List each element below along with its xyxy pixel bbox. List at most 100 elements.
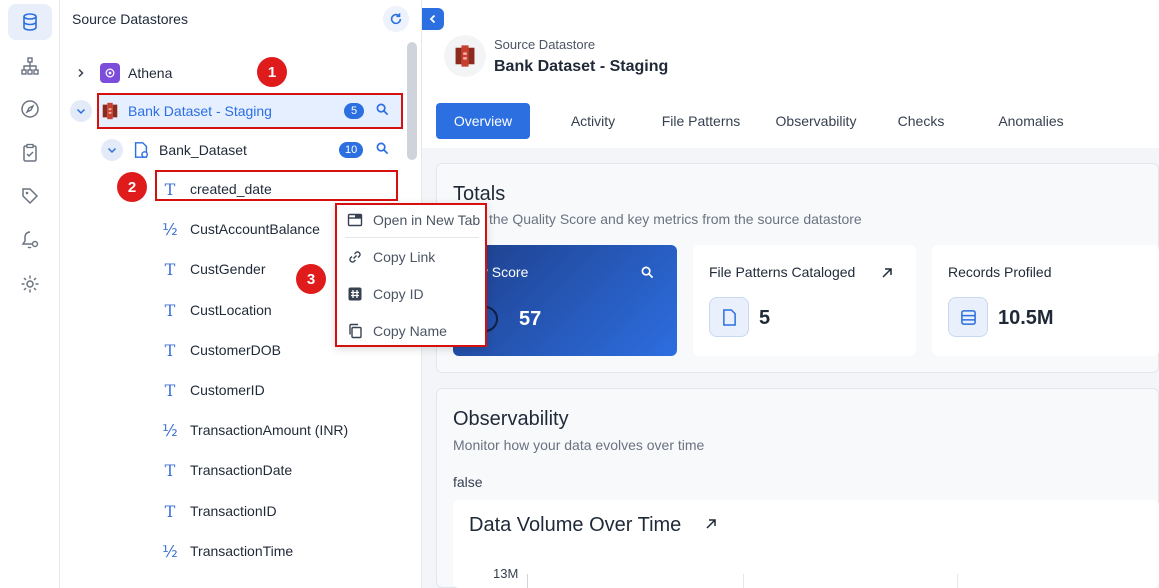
data-volume-chart-card: Data Volume Over Time 13M: [453, 500, 1159, 588]
chevron-left-icon: [429, 14, 436, 24]
text-type-icon: T: [164, 501, 176, 521]
tab-overview[interactable]: Overview: [436, 103, 530, 139]
nav-rail: [0, 0, 60, 588]
chevron-down-icon[interactable]: [70, 100, 92, 122]
tree-item-bank-dataset-staging[interactable]: Bank Dataset - Staging: [70, 96, 272, 126]
column-label: TransactionAmount (INR): [190, 422, 349, 438]
quality-score-value: 57: [519, 308, 542, 330]
records-profiled-card[interactable]: Records Profiled 10.5M: [932, 245, 1159, 356]
column-label: CustLocation: [190, 302, 272, 318]
tree-column-transactionid[interactable]: T TransactionID: [160, 496, 277, 526]
collapse-panel-button[interactable]: [422, 8, 444, 30]
search-icon[interactable]: [376, 103, 389, 121]
tab-observability[interactable]: Observability: [766, 103, 866, 139]
column-label: TransactionID: [190, 503, 277, 519]
tree-column-created-date[interactable]: T created_date: [160, 174, 272, 204]
athena-logo-icon: [100, 63, 120, 83]
context-menu: Open in New Tab Copy Link Copy ID Copy N…: [335, 203, 487, 347]
grid-line: [957, 574, 958, 588]
column-label: CustGender: [190, 261, 266, 277]
refresh-icon: [390, 13, 402, 25]
text-type-icon: T: [164, 380, 176, 400]
text-type-icon: T: [164, 259, 176, 279]
copy-name-menu-item[interactable]: Copy Name: [337, 316, 485, 346]
open-in-new-tab-menu-item[interactable]: Open in New Tab: [337, 205, 485, 235]
datastore-type-label: Source Datastore: [494, 37, 596, 52]
column-label: CustomerID: [190, 382, 265, 398]
file-patterns-value: 5: [759, 307, 771, 329]
numeric-type-icon: ½: [162, 219, 178, 239]
compass-nav-icon[interactable]: [8, 91, 52, 127]
file-icon: [709, 297, 749, 337]
link-icon: [349, 251, 361, 263]
tree-item-label: Athena: [128, 65, 173, 81]
annotation-marker-1: 1: [257, 57, 287, 87]
text-type-icon: T: [164, 300, 176, 320]
tree-column-transactiontime[interactable]: ½ TransactionTime: [160, 536, 293, 566]
annotation-marker-3: 3: [296, 264, 326, 294]
count-badge: 5: [344, 103, 364, 119]
observability-flag: false: [453, 474, 483, 490]
tree-column-custgender[interactable]: T CustGender: [160, 254, 266, 284]
tab-anomalies[interactable]: Anomalies: [986, 103, 1076, 139]
text-type-icon: T: [164, 460, 176, 480]
refresh-button[interactable]: [383, 6, 409, 32]
column-label: TransactionDate: [190, 462, 293, 478]
search-icon[interactable]: [376, 142, 389, 160]
column-label: TransactionTime: [190, 543, 294, 559]
tree-title: Source Datastores: [72, 11, 188, 27]
gear-nav-icon[interactable]: [8, 266, 52, 302]
menu-item-label: Copy Link: [373, 249, 436, 265]
tree-item-athena[interactable]: Athena: [70, 58, 172, 88]
tab-activity[interactable]: Activity: [548, 103, 638, 139]
chevron-down-icon[interactable]: [101, 139, 123, 161]
column-label: created_date: [190, 181, 272, 197]
menu-item-label: Open in New Tab: [373, 212, 481, 228]
copy-icon: [349, 323, 362, 339]
tree-scrollbar[interactable]: [407, 42, 417, 160]
tab-checks[interactable]: Checks: [886, 103, 956, 139]
chart-title: Data Volume Over Time: [469, 514, 682, 536]
tree-column-customerid[interactable]: T CustomerID: [160, 375, 265, 405]
totals-subtitle: the Quality Score and key metrics from t…: [489, 211, 862, 227]
axis-line: [527, 574, 528, 588]
arrow-up-right-icon[interactable]: [881, 266, 893, 284]
menu-item-label: Copy ID: [373, 286, 424, 302]
observability-subtitle: Monitor how your data evolves over time: [453, 437, 705, 453]
menu-item-label: Copy Name: [373, 323, 447, 339]
tree-column-transactiondate[interactable]: T TransactionDate: [160, 455, 293, 485]
tree-column-transactionamount[interactable]: ½ TransactionAmount (INR): [160, 415, 348, 445]
count-badge: 10: [339, 142, 364, 158]
chevron-right-icon[interactable]: [70, 62, 92, 84]
new-tab-icon: [347, 213, 363, 227]
table-icon: [948, 297, 988, 337]
datastores-nav-icon[interactable]: [8, 4, 52, 40]
file-patterns-card[interactable]: File Patterns Cataloged 5: [693, 245, 916, 356]
tree-column-custlocation[interactable]: T CustLocation: [160, 295, 272, 325]
search-icon[interactable]: [641, 266, 654, 284]
copy-link-menu-item[interactable]: Copy Link: [337, 242, 485, 272]
numeric-type-icon: ½: [162, 541, 178, 561]
tab-file-patterns[interactable]: File Patterns: [650, 103, 752, 139]
checklist-nav-icon[interactable]: [8, 135, 52, 171]
records-profiled-label: Records Profiled: [948, 264, 1052, 280]
text-type-icon: T: [164, 340, 176, 360]
file-patterns-label: File Patterns Cataloged: [709, 264, 856, 280]
hierarchy-nav-icon[interactable]: [8, 48, 52, 84]
alert-settings-nav-icon[interactable]: [8, 222, 52, 258]
file-settings-icon: [131, 140, 151, 160]
tree-item-bank-dataset[interactable]: Bank_Dataset: [101, 135, 247, 165]
page-title: Bank Dataset - Staging: [494, 58, 669, 75]
numeric-type-icon: ½: [162, 420, 178, 440]
tree-column-custaccountbalance[interactable]: ½ CustAccountBalance: [160, 214, 320, 244]
tag-nav-icon[interactable]: [8, 178, 52, 214]
s3-bucket-icon: [99, 100, 121, 122]
tree-item-label: Bank Dataset - Staging: [128, 103, 272, 119]
annotation-marker-2: 2: [117, 172, 147, 202]
copy-id-menu-item[interactable]: Copy ID: [337, 279, 485, 309]
column-label: CustomerDOB: [190, 342, 282, 358]
tree-column-customerdob[interactable]: T CustomerDOB: [160, 335, 281, 365]
text-type-icon: T: [164, 179, 176, 199]
arrow-up-right-icon[interactable]: [705, 517, 717, 535]
records-profiled-value: 10.5M: [998, 307, 1054, 329]
